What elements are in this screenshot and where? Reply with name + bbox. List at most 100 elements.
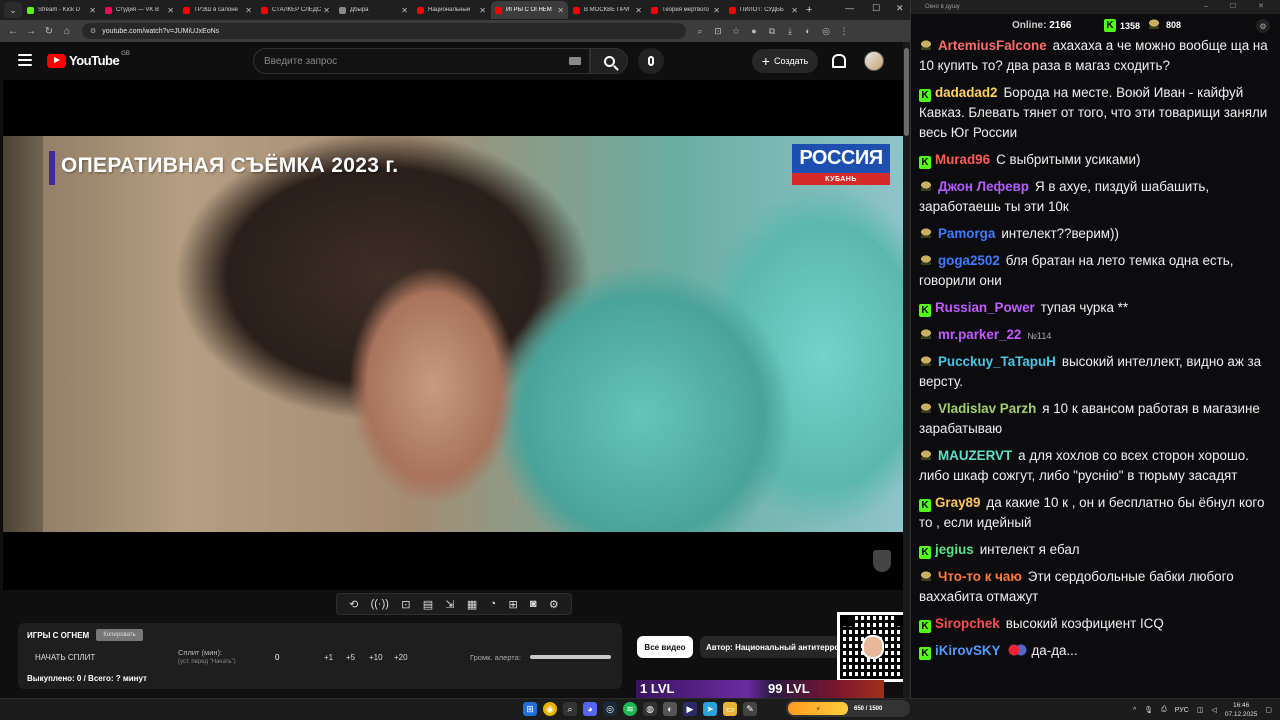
- network-icon[interactable]: ◫: [1197, 706, 1204, 714]
- alert-volume-slider[interactable]: [530, 655, 611, 659]
- tool-icon[interactable]: ✎: [743, 702, 757, 716]
- forward-button[interactable]: →: [22, 26, 40, 37]
- browser-tab[interactable]: В МОСКВЕ ПРИ ✕: [569, 1, 646, 19]
- search-button[interactable]: [590, 48, 628, 74]
- tab-close-icon[interactable]: ✕: [635, 6, 642, 15]
- player-tool-icon[interactable]: ⚙: [549, 598, 559, 611]
- chat-settings-icon[interactable]: ⚙: [1256, 19, 1270, 33]
- notifications-icon[interactable]: ▢: [1265, 706, 1272, 714]
- player-tool-icon[interactable]: ⇲: [445, 598, 454, 611]
- tab-close-icon[interactable]: ✕: [89, 6, 96, 15]
- tab-close-icon[interactable]: ✕: [557, 6, 564, 15]
- chat-username[interactable]: Gray89: [935, 495, 980, 510]
- menu-icon[interactable]: ⋮: [838, 26, 850, 37]
- download-icon[interactable]: ⤓: [784, 26, 796, 37]
- volume-icon[interactable]: ◁: [1211, 706, 1216, 714]
- app-icon[interactable]: ◍: [643, 702, 657, 716]
- keyboard-icon[interactable]: [569, 57, 581, 65]
- tab-close-icon[interactable]: ✕: [245, 6, 252, 15]
- scrollbar-thumb[interactable]: [904, 48, 909, 136]
- browser-tab[interactable]: Национальный ✕: [413, 1, 490, 19]
- player-tool-icon[interactable]: ((·)): [371, 598, 389, 610]
- chat-username[interactable]: Russian_Power: [935, 300, 1035, 315]
- chat-username[interactable]: ArtemiusFalcone: [938, 38, 1047, 53]
- player-tool-icon[interactable]: ⊡: [401, 598, 410, 611]
- tab-close-icon[interactable]: ✕: [323, 6, 330, 15]
- create-button[interactable]: + Создать: [752, 49, 818, 73]
- discord-icon[interactable]: ◕: [583, 702, 597, 716]
- zoom-icon[interactable]: ⌕: [694, 26, 706, 37]
- obs-icon[interactable]: ◐: [663, 702, 677, 716]
- increment-10-button[interactable]: +10: [369, 653, 383, 662]
- new-tab-button[interactable]: +: [806, 4, 812, 16]
- clock[interactable]: 16:46 07.12.2025: [1225, 701, 1258, 719]
- spotify-icon[interactable]: ≋: [623, 702, 637, 716]
- extension-icon[interactable]: ●: [748, 26, 760, 37]
- tab-close-icon[interactable]: ✕: [713, 6, 720, 15]
- tab-search-button[interactable]: ⌄: [4, 2, 22, 18]
- steam-icon[interactable]: ◎: [603, 702, 617, 716]
- chat-window-controls[interactable]: – ☐ ✕: [1204, 2, 1274, 10]
- back-button[interactable]: ←: [4, 26, 22, 37]
- voice-search-button[interactable]: [638, 48, 664, 74]
- notifications-bell-icon[interactable]: [830, 53, 846, 68]
- chat-username[interactable]: Siropchek: [935, 616, 1000, 631]
- video-player[interactable]: ОПЕРАТИВНАЯ СЪЁМКА 2023 г. РОССИЯ КУБАНЬ: [3, 80, 903, 590]
- player-tool-icon[interactable]: ▦: [467, 598, 477, 611]
- extensions-icon[interactable]: ⧉: [766, 26, 778, 37]
- browser-tab[interactable]: Stream - Kick D ✕: [23, 1, 100, 19]
- close-window-button[interactable]: ✕: [896, 3, 904, 14]
- browser-tab[interactable]: ТРЭШ в салоне ✕: [179, 1, 256, 19]
- chat-username[interactable]: Джон Лефевр: [938, 179, 1029, 194]
- chat-username[interactable]: goga2502: [938, 253, 1000, 268]
- chat-username[interactable]: Pamorga: [938, 226, 995, 241]
- chat-username[interactable]: iKirovSKY: [935, 643, 1000, 658]
- player-tool-icon[interactable]: ◔: [490, 598, 497, 610]
- browser-tab[interactable]: СТАЛКЕР СЛЕДС ✕: [257, 1, 334, 19]
- tab-close-icon[interactable]: ✕: [167, 6, 174, 15]
- telegram-icon[interactable]: ➤: [703, 702, 717, 716]
- player-tool-icon[interactable]: ▤: [423, 598, 433, 611]
- sync-icon[interactable]: ◎: [820, 26, 832, 37]
- hamburger-menu-icon[interactable]: [18, 54, 32, 66]
- chat-username[interactable]: Что-то к чаю: [938, 569, 1022, 584]
- chat-username[interactable]: jegius: [935, 542, 974, 557]
- increment-5-button[interactable]: +5: [346, 653, 355, 662]
- player-tool-icon[interactable]: ◙: [530, 598, 537, 610]
- bookmark-star-icon[interactable]: ☆: [730, 26, 742, 37]
- reload-button[interactable]: ↻: [40, 26, 58, 37]
- maximize-button[interactable]: ☐: [872, 3, 880, 14]
- player-tool-icon[interactable]: ⊞: [508, 598, 517, 611]
- author-chip[interactable]: Автор: Национальный антитеррор: [700, 636, 840, 658]
- browser-tab[interactable]: ПИЛОТ: СУДЬБ ✕: [725, 1, 802, 19]
- tab-close-icon[interactable]: ✕: [791, 6, 798, 15]
- page-scrollbar[interactable]: [903, 42, 910, 698]
- youtube-logo[interactable]: YouTube GB: [47, 51, 130, 68]
- chat-username[interactable]: MAUZERVT: [938, 448, 1012, 463]
- chat-username[interactable]: dadadad2: [935, 85, 998, 100]
- browser-tab[interactable]: Студия — VK В ✕: [101, 1, 178, 19]
- printer-icon[interactable]: ⎙: [1161, 706, 1167, 714]
- search-input[interactable]: Введите запрос: [253, 48, 590, 74]
- browser-tab[interactable]: Дбыра ✕: [335, 1, 412, 19]
- browser-tab[interactable]: Теория мертвого ✕: [647, 1, 724, 19]
- tab-close-icon[interactable]: ✕: [401, 6, 408, 15]
- mic-tray-icon[interactable]: 🎙: [1144, 706, 1153, 714]
- chat-username[interactable]: Murad96: [935, 152, 990, 167]
- chrome-icon[interactable]: ◉: [543, 702, 557, 716]
- chat-username[interactable]: Pucckuy_TaTapuH: [938, 354, 1056, 369]
- home-icon[interactable]: ⌂: [58, 26, 76, 37]
- tray-chevron-icon[interactable]: ^: [1133, 707, 1136, 714]
- search-icon[interactable]: ⌕: [563, 702, 577, 716]
- explorer-icon[interactable]: ▭: [723, 702, 737, 716]
- player-tool-icon[interactable]: ⟲: [349, 598, 358, 611]
- increment-20-button[interactable]: +20: [394, 653, 408, 662]
- browser-tab[interactable]: ИГРЫ С ОГНЕМ ✕: [491, 1, 568, 19]
- increment-1-button[interactable]: +1: [324, 653, 333, 662]
- copy-button[interactable]: Копировать: [96, 629, 143, 641]
- account-avatar[interactable]: [864, 51, 884, 71]
- player-icon[interactable]: ▶: [683, 702, 697, 716]
- language-indicator[interactable]: РУС: [1175, 707, 1189, 714]
- tab-close-icon[interactable]: ✕: [479, 6, 486, 15]
- chat-username[interactable]: Vladislav Parzh: [938, 401, 1036, 416]
